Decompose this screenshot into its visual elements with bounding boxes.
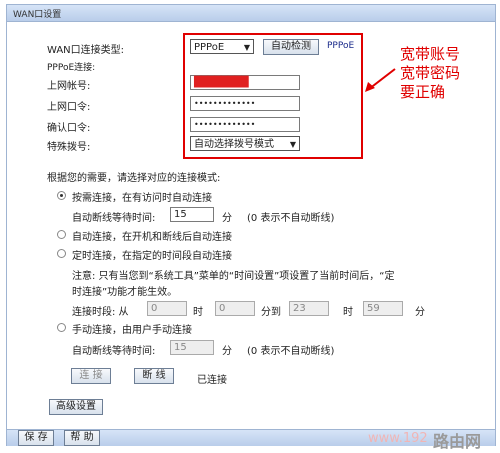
radio-auto-connect[interactable] xyxy=(57,230,66,239)
radio-scheduled[interactable] xyxy=(57,249,66,258)
opt-scheduled-label: 定时连接，在指定的时间段自动连接 xyxy=(72,251,232,262)
radio-on-demand[interactable] xyxy=(57,191,66,200)
note-line-1: 注意: 只有当您到“系统工具”菜单的“时间设置”项设置了当前时间后，“定 xyxy=(72,271,395,282)
advanced-settings-button[interactable]: 高级设置 xyxy=(49,399,103,415)
idle-hint: (0 表示不自动断线) xyxy=(247,213,335,224)
idle-minutes-unit-2: 分 xyxy=(222,346,232,357)
to-min-input[interactable]: 59 xyxy=(363,301,403,316)
wan-settings-window: WAN口设置 WAN口连接类型: PPPoE ▼ 自动检测 PPPoE PPPo… xyxy=(6,4,496,446)
to-hour-input[interactable]: 23 xyxy=(289,301,329,316)
account-label: 上网帐号: xyxy=(47,81,91,92)
confirm-label: 确认口令: xyxy=(47,123,91,134)
opt-manual-label: 手动连接，由用户手动连接 xyxy=(72,325,192,336)
watermark-url: www.192 xyxy=(368,431,428,446)
idle-hint-2: (0 表示不自动断线) xyxy=(247,346,335,357)
idle-time-label-2: 自动断线等待时间: xyxy=(72,346,156,357)
title-bar: WAN口设置 xyxy=(7,5,495,22)
period-label: 连接时段: 从 xyxy=(72,307,129,318)
highlight-box xyxy=(183,33,363,159)
to-hour-unit: 时 xyxy=(343,307,353,318)
dial-mode-label: 特殊拨号: xyxy=(47,142,91,153)
watermark-brand: 路由网 xyxy=(433,432,482,451)
to-label: 分到 xyxy=(261,307,281,318)
annotation-line-2: 宽带密码 xyxy=(400,64,461,82)
from-min-input[interactable]: 0 xyxy=(215,301,255,316)
conn-type-label: WAN口连接类型: xyxy=(47,45,125,56)
connect-button[interactable]: 连 接 xyxy=(71,368,111,384)
radio-manual[interactable] xyxy=(57,323,66,332)
annotation-line-3: 要正确 xyxy=(400,83,446,101)
disconnect-button[interactable]: 断 线 xyxy=(134,368,174,384)
pppoe-section-label: PPPoE连接: xyxy=(47,63,96,73)
opt-auto-connect-label: 自动连接，在开机和断线后自动连接 xyxy=(72,232,232,243)
help-button[interactable]: 帮 助 xyxy=(64,430,100,446)
to-min-unit: 分 xyxy=(415,307,425,318)
idle-minutes-unit: 分 xyxy=(222,213,232,224)
annotation-arrow xyxy=(363,67,397,96)
idle-time-input-2[interactable]: 15 xyxy=(170,340,214,355)
annotation-line-1: 宽带账号 xyxy=(400,45,461,63)
password-label: 上网口令: xyxy=(47,102,91,113)
note-line-2: 时连接”功能才能生效。 xyxy=(72,287,178,298)
idle-time-input[interactable]: 15 xyxy=(170,207,214,222)
window-title: WAN口设置 xyxy=(13,10,62,20)
save-button[interactable]: 保 存 xyxy=(18,430,54,446)
from-hour-unit: 时 xyxy=(193,307,203,318)
opt-on-demand-label: 按需连接，在有访问时自动连接 xyxy=(72,193,212,204)
from-hour-input[interactable]: 0 xyxy=(147,301,187,316)
mode-heading: 根据您的需要，请选择对应的连接模式: xyxy=(47,173,221,184)
connection-status: 已连接 xyxy=(197,375,227,386)
idle-time-label: 自动断线等待时间: xyxy=(72,213,156,224)
